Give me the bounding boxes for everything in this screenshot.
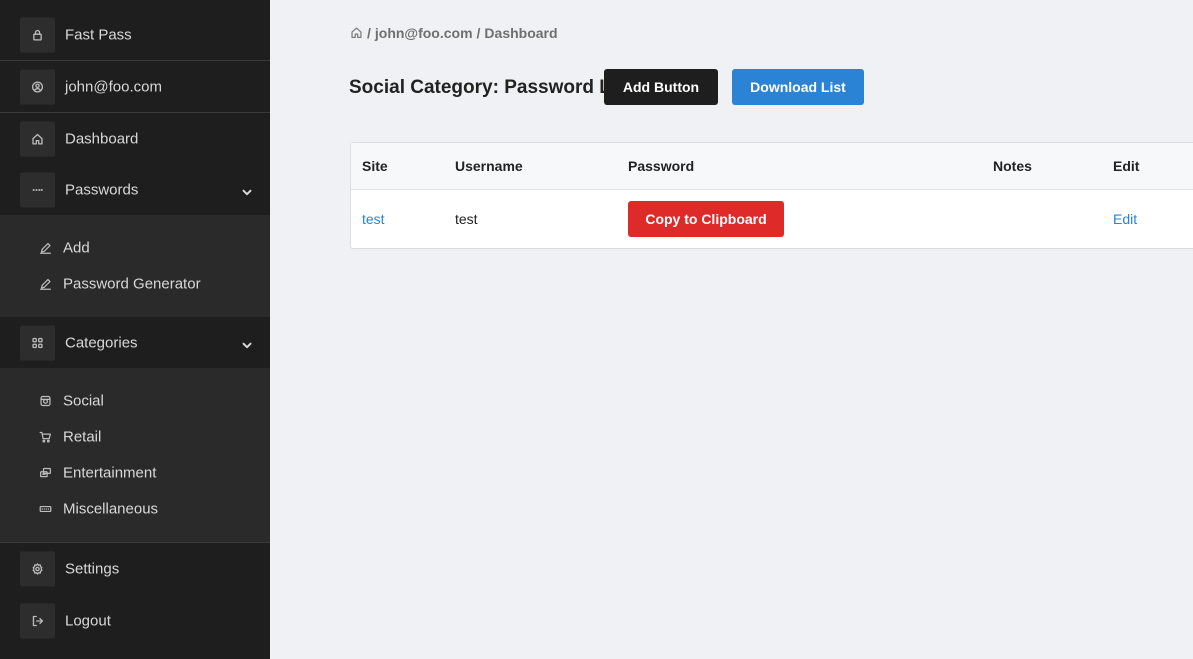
sidebar-brand[interactable]: Fast Pass — [0, 9, 270, 61]
sidebar-item-passwords[interactable]: Passwords — [0, 165, 270, 215]
sidebar-item-label: Dashboard — [65, 130, 139, 148]
column-header-username: Username — [455, 158, 523, 174]
instagram-icon — [39, 395, 52, 408]
logout-icon — [20, 603, 55, 638]
pencil-icon — [39, 242, 52, 255]
sidebar-item-label: Settings — [65, 560, 120, 578]
column-header-password: Password — [628, 158, 695, 174]
sidebar-subitem-miscellaneous[interactable]: Miscellaneous — [0, 494, 270, 524]
sidebar-subitem-label: Password Generator — [63, 275, 201, 293]
sidebar-item-user[interactable]: john@foo.com — [0, 61, 270, 113]
column-header-site: Site — [362, 158, 388, 174]
add-button[interactable]: Add Button — [604, 69, 718, 105]
chevron-down-icon — [241, 185, 253, 197]
grid-icon — [20, 325, 55, 360]
sidebar-user-label: john@foo.com — [65, 78, 162, 95]
page-title: Social Category: Password List — [349, 77, 634, 98]
breadcrumb-user[interactable]: john@foo.com — [375, 25, 473, 41]
sidebar-item-dashboard[interactable]: Dashboard — [0, 113, 270, 165]
sidebar-item-categories[interactable]: Categories — [0, 317, 270, 368]
edit-link[interactable]: Edit — [1113, 211, 1137, 227]
sidebar-subitem-label: Add — [63, 239, 90, 257]
sidebar-item-label: Passwords — [65, 181, 139, 199]
cart-icon — [39, 431, 52, 444]
home-icon[interactable] — [350, 26, 367, 39]
ticket-icon — [39, 467, 52, 480]
home-icon — [20, 121, 55, 157]
breadcrumb: / john@foo.com / Dashboard — [350, 24, 562, 42]
username-cell: test — [455, 211, 478, 227]
table-row: test test Copy to Clipboard Edit — [351, 190, 1193, 248]
dots-icon — [20, 172, 55, 208]
sidebar-item-settings[interactable]: Settings — [0, 543, 270, 595]
categories-submenu: Social Retail Entertainment Miscellaneou… — [0, 368, 270, 542]
column-header-notes: Notes — [993, 158, 1032, 174]
pencil-icon — [39, 278, 52, 291]
chevron-down-icon — [241, 338, 253, 350]
sidebar-subitem-password-generator[interactable]: Password Generator — [0, 269, 270, 299]
sidebar-subitem-entertainment[interactable]: Entertainment — [0, 458, 270, 488]
column-header-edit: Edit — [1113, 158, 1140, 174]
sidebar-subitem-label: Entertainment — [63, 464, 157, 482]
sidebar-item-label: Logout — [65, 612, 111, 629]
sidebar-subitem-add[interactable]: Add — [0, 233, 270, 263]
sidebar-item-label: Categories — [65, 334, 138, 351]
sidebar-subitem-social[interactable]: Social — [0, 386, 270, 416]
sidebar-subitem-retail[interactable]: Retail — [0, 422, 270, 452]
table-header: Site Username Password Notes Edit — [351, 143, 1193, 190]
sidebar-subitem-label: Social — [63, 392, 104, 410]
sidebar-item-logout[interactable]: Logout — [0, 595, 270, 646]
user-circle-icon — [20, 69, 55, 104]
sidebar: Fast Pass john@foo.com Dashboard Passwor… — [0, 0, 270, 659]
passwords-submenu: Add Password Generator — [0, 215, 270, 317]
keyboard-icon — [39, 503, 52, 516]
site-link[interactable]: test — [362, 211, 385, 227]
password-table: Site Username Password Notes Edit test t… — [350, 142, 1193, 249]
breadcrumb-separator: / — [367, 25, 371, 41]
sidebar-subitem-label: Retail — [63, 428, 102, 446]
sidebar-subitem-label: Miscellaneous — [63, 500, 159, 518]
sidebar-brand-label: Fast Pass — [65, 26, 132, 43]
gear-icon — [20, 551, 55, 587]
download-list-button[interactable]: Download List — [732, 69, 864, 105]
lock-icon — [20, 17, 55, 52]
copy-to-clipboard-button[interactable]: Copy to Clipboard — [628, 201, 784, 237]
breadcrumb-current[interactable]: Dashboard — [484, 25, 557, 41]
breadcrumb-separator: / — [476, 25, 481, 41]
